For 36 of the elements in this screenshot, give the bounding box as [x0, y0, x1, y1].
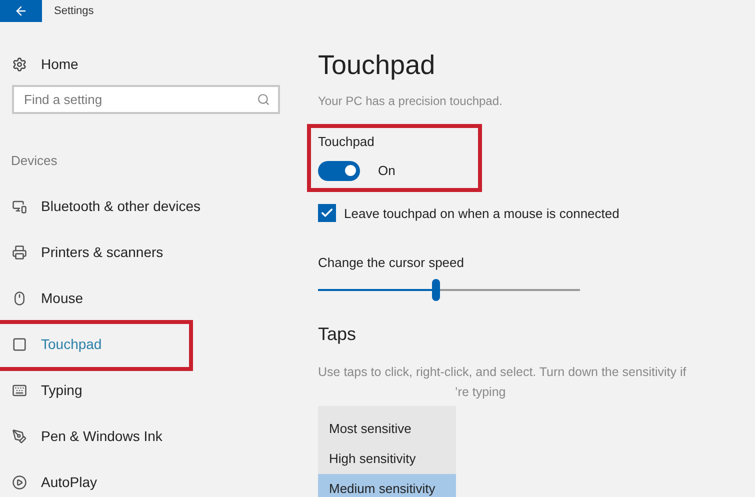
- description: ’re typing: [455, 384, 507, 402]
- sidebar-item[interactable]: Touchpad: [12, 321, 300, 367]
- slider-thumb[interactable]: [432, 278, 440, 300]
- mouse-icon: [12, 290, 27, 306]
- sidebar-item[interactable]: AutoPlay: [12, 459, 300, 497]
- pen-icon: [12, 428, 27, 444]
- checkbox[interactable]: [318, 204, 336, 222]
- sidebar-item[interactable]: Typing: [12, 367, 300, 413]
- gear-icon: [12, 56, 27, 72]
- toggle-label: Touchpad: [318, 133, 376, 151]
- dropdown-option[interactable]: Medium sensitivity: [318, 474, 456, 497]
- dropdown-option[interactable]: High sensitivity: [318, 444, 456, 474]
- checkbox-label: Leave touchpad on when a mouse is connected: [344, 204, 620, 223]
- window-title: Settings: [54, 4, 94, 19]
- home-link[interactable]: Home: [12, 54, 300, 74]
- dropdown-option[interactable]: Most sensitive: [318, 414, 456, 444]
- touchpad-icon: [12, 336, 27, 352]
- slider-label: Change the cursor speed: [318, 254, 465, 272]
- search-field[interactable]: Find a setting: [12, 85, 280, 114]
- section-heading: Taps: [318, 322, 358, 346]
- back-button[interactable]: [0, 0, 42, 22]
- page-title: Touchpad: [318, 49, 436, 82]
- devices-icon: [12, 198, 27, 214]
- description: Use taps to click, right-click, and select. Turn down the sensitivity if: [318, 364, 688, 381]
- subtitle: Your PC has a precision touchpad.: [318, 93, 504, 110]
- sidebar-item[interactable]: Bluetooth & other devices: [12, 183, 300, 229]
- toggle-state: On: [378, 162, 396, 180]
- sidebar-item[interactable]: Mouse: [12, 275, 300, 321]
- sidebar-item[interactable]: Pen & Windows Ink: [12, 413, 300, 459]
- toggle-switch[interactable]: [318, 160, 360, 180]
- play-icon: [12, 474, 27, 490]
- printer-icon: [12, 244, 27, 260]
- sidebar-item[interactable]: Printers & scanners: [12, 229, 300, 275]
- keyboard-icon: [12, 382, 27, 398]
- search-icon: [257, 93, 270, 106]
- section-heading: Devices: [11, 152, 58, 169]
